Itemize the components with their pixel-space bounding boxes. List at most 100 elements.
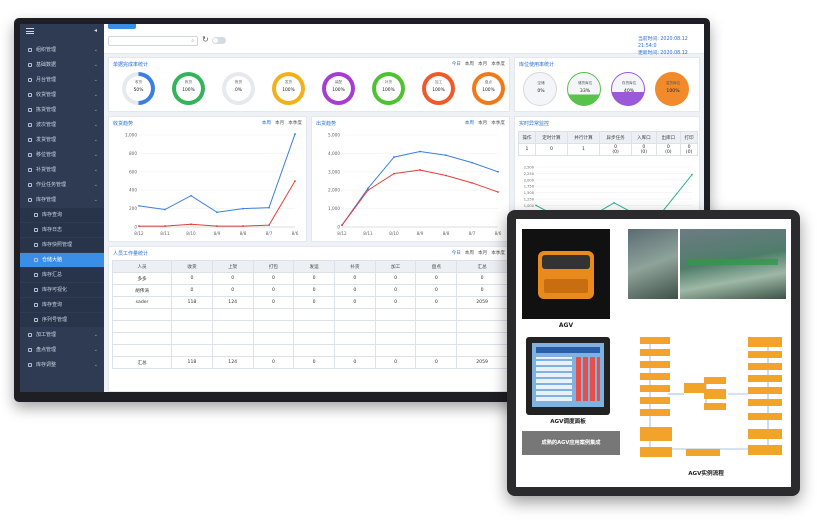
table-row[interactable]: 多多 0 0 0 0 0 0 0 0 (111, 272, 508, 285)
sidebar-item-label: 盘点管理 (36, 347, 57, 353)
tab-quarter[interactable]: 本季度 (491, 62, 505, 67)
data-point[interactable] (164, 208, 166, 211)
data-point[interactable] (497, 191, 499, 193)
data-point[interactable] (367, 187, 369, 190)
tab-week[interactable]: 本周 (262, 121, 271, 126)
sidebar-item[interactable]: 仓储大脑 (20, 253, 104, 267)
data-point[interactable] (613, 201, 615, 204)
ball-value: 33% (579, 89, 591, 94)
data-point[interactable] (268, 224, 270, 227)
sidebar-item[interactable]: 库存日志 (20, 223, 104, 237)
tab-today[interactable]: 今日 (452, 251, 461, 256)
tab-quarter[interactable]: 本季度 (288, 121, 302, 126)
data-point[interactable] (535, 204, 537, 207)
data-point[interactable] (190, 194, 192, 197)
tab-week[interactable]: 本周 (465, 121, 474, 126)
data-point[interactable] (419, 169, 421, 171)
ship-trend-chart: 0 1,000 2,000 3,000 4,000 5,000 8/12 8/11 8/10 8/… (328, 133, 502, 237)
data-point[interactable] (341, 224, 343, 227)
staff-total-cell: 汇总 (111, 356, 173, 369)
staff-cell: 0 (374, 272, 417, 285)
tab-month[interactable]: 本月 (478, 62, 487, 67)
flow-step-box (748, 337, 782, 347)
tab-quarter[interactable]: 本季度 (491, 251, 505, 256)
menu-item-icon (28, 198, 32, 202)
sidebar-item[interactable]: 月台管理 ⌄ (20, 73, 104, 87)
sidebar-item[interactable]: 波次管理 ⌄ (20, 118, 104, 132)
data-point[interactable] (294, 133, 296, 135)
data-point[interactable] (419, 150, 421, 153)
ring-value: 0% (235, 88, 242, 93)
data-point[interactable] (471, 181, 473, 184)
menu-item-icon (34, 288, 38, 292)
data-point[interactable] (497, 170, 499, 173)
data-point[interactable] (164, 225, 166, 227)
sidebar-item[interactable]: 库存查询 (20, 208, 104, 222)
data-point[interactable] (138, 204, 140, 207)
data-point[interactable] (190, 223, 192, 226)
agv-panel-caption: AGV调度面板 (550, 419, 586, 425)
tab-month[interactable]: 本月 (478, 251, 487, 256)
refresh-icon[interactable]: ↻ (202, 35, 209, 44)
hamburger-menu-icon[interactable] (26, 28, 34, 34)
flow-step-box (686, 449, 720, 456)
ship-trend-title: 出货趋势 (316, 121, 337, 127)
sidebar-item[interactable]: 补货管理 ⌄ (20, 163, 104, 177)
sidebar-item[interactable]: 序列号管理 (20, 313, 104, 327)
ring-value: 100% (332, 88, 345, 93)
sidebar-item[interactable]: 库存调整 ⌄ (20, 358, 104, 372)
tab-month[interactable]: 本月 (478, 121, 487, 126)
data-point[interactable] (691, 173, 693, 176)
sidebar-item[interactable]: 库存管理 ⌄ (20, 193, 104, 207)
sidebar-item[interactable]: 收货管理 ⌄ (20, 88, 104, 102)
theme-toggle[interactable] (212, 37, 226, 44)
sidebar-collapse-icon[interactable]: ◂ (94, 27, 97, 34)
sidebar-item-label: 库存日志 (42, 227, 63, 233)
tab-today[interactable]: 今日 (452, 62, 461, 67)
x-tick-label: 8/6 (292, 231, 299, 236)
table-row[interactable]: 胡伟涛 0 0 0 0 0 0 0 0 (111, 284, 508, 297)
table-row[interactable]: sader 118 124 0 0 0 0 0 2059 (111, 296, 508, 309)
sidebar-item[interactable]: 组织管理 ⌄ (20, 43, 104, 57)
data-point[interactable] (216, 225, 218, 227)
data-point[interactable] (393, 156, 395, 158)
sidebar-item[interactable]: 拣货管理 ⌄ (20, 103, 104, 117)
data-point[interactable] (242, 225, 244, 227)
sidebar-item[interactable]: 加工管理 ⌄ (20, 328, 104, 342)
home-tab[interactable] (108, 24, 136, 29)
chevron-down-icon: ⌄ (93, 362, 98, 368)
flow-step-box (704, 403, 726, 410)
series-line (341, 151, 499, 226)
sidebar-item[interactable]: 作业任务管理 ⌄ (20, 178, 104, 192)
data-point[interactable] (445, 154, 447, 157)
sidebar-item[interactable]: 基础数据 ⌄ (20, 58, 104, 72)
data-point[interactable] (393, 172, 395, 175)
data-point[interactable] (471, 161, 473, 164)
tab-week[interactable]: 本周 (465, 62, 474, 67)
staff-cell: 0 (374, 296, 417, 309)
x-tick-label: 8/8 (240, 231, 247, 236)
ball-label: 存货库位 (621, 81, 637, 85)
data-point[interactable] (445, 174, 447, 177)
sidebar-item[interactable]: 移位管理 ⌄ (20, 148, 104, 162)
tab-quarter[interactable]: 本季度 (491, 121, 505, 126)
search-icon: ⌕ (191, 38, 194, 44)
flow-step-box (748, 445, 782, 455)
data-point[interactable] (216, 211, 218, 214)
sidebar-item[interactable]: 库存快照管理 (20, 238, 104, 252)
receive-period-tabs: 本周 本月 本季度 (258, 120, 302, 126)
sidebar-item[interactable]: 库存汇总 (20, 268, 104, 282)
data-point[interactable] (294, 180, 296, 182)
sidebar-item[interactable]: 库存可视化 (20, 283, 104, 297)
data-point[interactable] (268, 206, 270, 209)
tab-month[interactable]: 本月 (275, 121, 284, 126)
sidebar-item[interactable]: 盘点管理 ⌄ (20, 343, 104, 357)
tab-week[interactable]: 本周 (465, 251, 474, 256)
data-point[interactable] (242, 207, 244, 210)
sidebar-item[interactable]: 库存查询 (20, 298, 104, 312)
y-tick-label: 200 (129, 206, 137, 211)
data-point[interactable] (367, 189, 369, 192)
data-point[interactable] (138, 225, 140, 227)
search-box[interactable]: ⌕ (108, 36, 198, 46)
sidebar-item[interactable]: 发货管理 ⌄ (20, 133, 104, 147)
